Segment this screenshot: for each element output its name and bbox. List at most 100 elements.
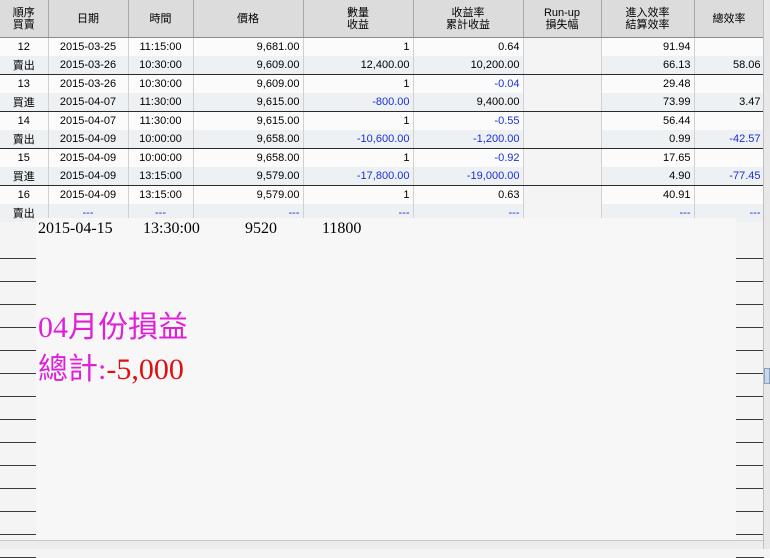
table-cell: -77.45 bbox=[694, 167, 765, 186]
table-cell bbox=[523, 56, 602, 75]
vertical-scrollbar[interactable] bbox=[763, 0, 770, 549]
table-cell: 56.44 bbox=[601, 111, 695, 130]
table-cell: 2015-03-25 bbox=[48, 37, 129, 56]
table-cell: 9,579.00 bbox=[193, 185, 304, 204]
table-cell: 13 bbox=[0, 74, 49, 93]
table-row[interactable]: 13 2015-03-26 10:30:00 9,609.00 1 -0.04 29.48 bbox=[0, 74, 765, 93]
table-cell: 10:30:00 bbox=[128, 74, 194, 93]
table-row[interactable]: 14 2015-04-07 11:30:00 9,615.00 1 -0.55 56.44 bbox=[0, 111, 765, 130]
column-header-label: 收益率 bbox=[451, 6, 485, 19]
column-header[interactable]: 收益率 累計收益 bbox=[413, 0, 524, 38]
column-header[interactable]: 總效率 bbox=[694, 0, 765, 38]
current-price: 9520 bbox=[245, 220, 277, 237]
table-cell: 14 bbox=[0, 111, 49, 130]
table-cell: -0.92 bbox=[413, 148, 524, 167]
table-cell: 2015-04-07 bbox=[48, 93, 129, 112]
table-cell: 13:15:00 bbox=[128, 185, 194, 204]
current-time: 13:30:00 bbox=[143, 220, 200, 237]
table-cell: 13:15:00 bbox=[128, 167, 194, 186]
table-cell: -42.57 bbox=[694, 130, 765, 149]
table-cell: 9,400.00 bbox=[413, 93, 524, 112]
table-cell: 29.48 bbox=[601, 74, 695, 93]
table-cell: 1 bbox=[303, 185, 414, 204]
table-cell: 2015-04-09 bbox=[48, 185, 129, 204]
total-pnl: 總計:-5,000 bbox=[38, 344, 184, 388]
table-cell: 1 bbox=[303, 148, 414, 167]
table-row[interactable]: 賣出 2015-03-26 10:30:00 9,609.00 12,400.00 10,… bbox=[0, 56, 765, 75]
table-cell: 0.99 bbox=[601, 130, 695, 149]
table-cell bbox=[694, 185, 765, 204]
column-header-sublabel: 結算效率 bbox=[625, 18, 670, 31]
column-header-sublabel: 損失幅 bbox=[545, 18, 579, 31]
table-cell bbox=[694, 37, 765, 56]
column-header-label: 時間 bbox=[149, 12, 172, 25]
table-cell: 買進 bbox=[0, 167, 49, 186]
month-pnl-title: 04月份損益 bbox=[38, 311, 188, 344]
table-cell bbox=[523, 111, 602, 130]
horizontal-scrollbar[interactable] bbox=[0, 540, 764, 549]
table-cell: -17,800.00 bbox=[303, 167, 414, 186]
table-cell: -10,600.00 bbox=[303, 130, 414, 149]
table-row[interactable]: 12 2015-03-25 11:15:00 9,681.00 1 0.64 91.94 bbox=[0, 37, 765, 56]
table-cell: -0.04 bbox=[413, 74, 524, 93]
current-date: 2015-04-15 bbox=[38, 220, 113, 237]
table-cell: 16 bbox=[0, 185, 49, 204]
table-cell: 12,400.00 bbox=[303, 56, 414, 75]
table-cell: 9,615.00 bbox=[193, 111, 304, 130]
total-label: 總計: bbox=[38, 353, 107, 386]
column-header[interactable]: 數量 收益 bbox=[303, 0, 414, 38]
table-cell: 66.13 bbox=[601, 56, 695, 75]
table-cell: 1 bbox=[303, 111, 414, 130]
table-row[interactable]: 賣出 2015-04-09 10:00:00 9,658.00 -10,600.00 -1… bbox=[0, 130, 765, 149]
scrollbar-thumb[interactable] bbox=[764, 368, 770, 384]
table-body: 12 2015-03-25 11:15:00 9,681.00 1 0.64 91.94 賣出… bbox=[0, 37, 765, 222]
table-cell: 2015-04-07 bbox=[48, 111, 129, 130]
table-cell: 9,579.00 bbox=[193, 167, 304, 186]
table-row[interactable]: 買進 2015-04-07 11:30:00 9,615.00 -800.00 9,400… bbox=[0, 93, 765, 112]
left-gridlines bbox=[0, 236, 36, 558]
table-row[interactable]: 16 2015-04-09 13:15:00 9,579.00 1 0.63 40.91 bbox=[0, 185, 765, 204]
table-cell: 73.99 bbox=[601, 93, 695, 112]
total-value: -5,000 bbox=[106, 353, 184, 386]
table-cell: 40.91 bbox=[601, 185, 695, 204]
column-header[interactable]: 日期 bbox=[48, 0, 129, 38]
column-header[interactable]: 順序 買賣 bbox=[0, 0, 49, 38]
column-header[interactable]: Run-up 損失幅 bbox=[523, 0, 602, 38]
table-row[interactable]: 15 2015-04-09 10:00:00 9,658.00 1 -0.92 17.65 bbox=[0, 148, 765, 167]
column-header-sublabel: 收益 bbox=[347, 18, 369, 31]
table-cell: 2015-03-26 bbox=[48, 56, 129, 75]
table-row[interactable]: 買進 2015-04-09 13:15:00 9,579.00 -17,800.00 -1… bbox=[0, 167, 765, 186]
table-cell: 11:15:00 bbox=[128, 37, 194, 56]
table-cell: 58.06 bbox=[694, 56, 765, 75]
table-cell bbox=[694, 148, 765, 167]
column-header[interactable]: 時間 bbox=[128, 0, 194, 38]
column-header-sublabel: 買賣 bbox=[12, 18, 35, 31]
table-cell: -1,200.00 bbox=[413, 130, 524, 149]
table-cell: 0.64 bbox=[413, 37, 524, 56]
column-header[interactable]: 價格 bbox=[193, 0, 304, 38]
table-cell: 15 bbox=[0, 148, 49, 167]
table-cell: 9,681.00 bbox=[193, 37, 304, 56]
table-cell: 10,200.00 bbox=[413, 56, 524, 75]
table-cell bbox=[523, 185, 602, 204]
table-cell: 0.63 bbox=[413, 185, 524, 204]
column-header-label: 進入效率 bbox=[625, 6, 670, 19]
column-header-sublabel: 累計收益 bbox=[446, 18, 490, 31]
table-cell bbox=[523, 37, 602, 56]
table-cell: 9,609.00 bbox=[193, 56, 304, 75]
table-cell: 11:30:00 bbox=[128, 111, 194, 130]
table-cell: 1 bbox=[303, 74, 414, 93]
table-cell: 買進 bbox=[0, 93, 49, 112]
column-header-label: 數量 bbox=[347, 6, 369, 19]
column-header-label: 價格 bbox=[237, 12, 259, 25]
table-cell: 12 bbox=[0, 37, 49, 56]
table-cell: 2015-04-09 bbox=[48, 148, 129, 167]
column-header[interactable]: 進入效率 結算效率 bbox=[601, 0, 695, 38]
table-cell bbox=[523, 93, 602, 112]
table-cell: 2015-03-26 bbox=[48, 74, 129, 93]
table-cell: 10:30:00 bbox=[128, 56, 194, 75]
table-cell bbox=[523, 74, 602, 93]
table-cell: -0.55 bbox=[413, 111, 524, 130]
table-cell: 9,615.00 bbox=[193, 93, 304, 112]
table-cell bbox=[694, 111, 765, 130]
